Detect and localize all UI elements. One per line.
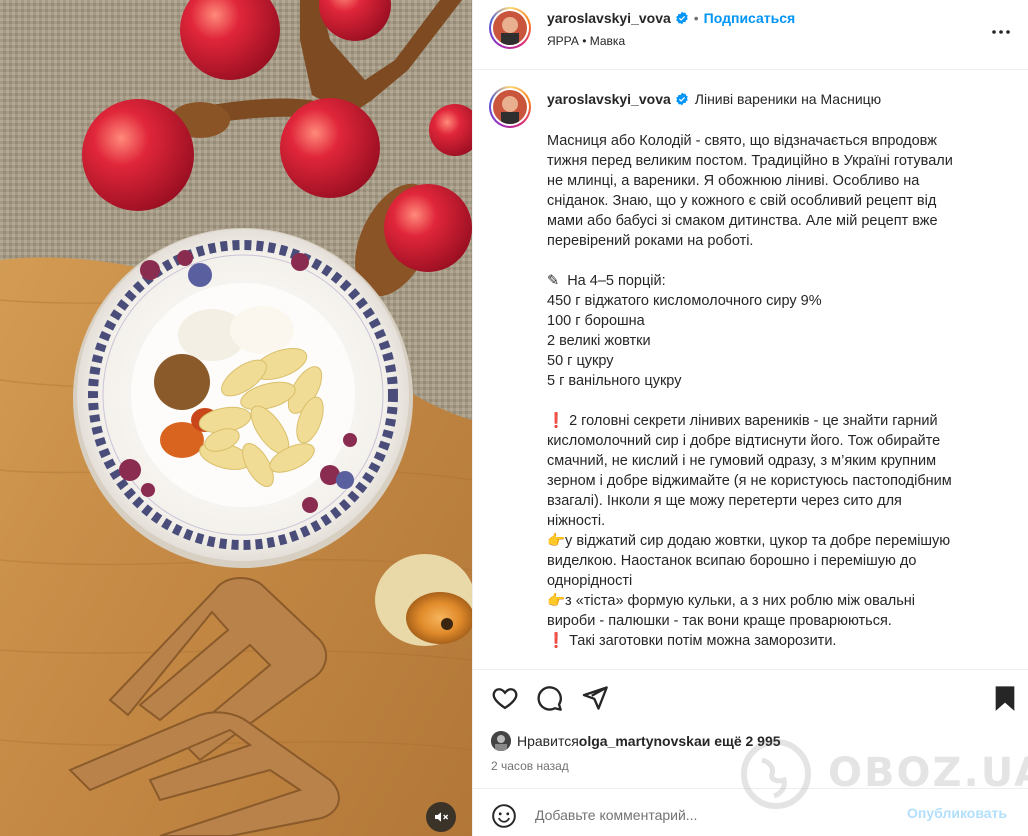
caption-heading: yaroslavskyi_vova Ліниві вареники на Масн…: [547, 91, 881, 107]
publish-comment-button[interactable]: Опубликовать: [907, 805, 1007, 821]
caption-username[interactable]: yaroslavskyi_vova: [547, 91, 671, 107]
speaker-muted-icon: [435, 812, 449, 822]
caption-line: Масниця або Колодій - свято, що відзнача…: [547, 133, 937, 149]
post-header: yaroslavskyi_vova • Подписаться ЯРРА • Мав…: [473, 0, 1028, 70]
post-photo[interactable]: [0, 0, 472, 836]
post-actions: Нравится olga_martynovska и ещё 2 995 2 …: [473, 669, 1028, 836]
caption-line: ✎ На 4–5 порцій:: [547, 273, 666, 289]
likes-count[interactable]: и ещё 2 995: [702, 733, 781, 749]
caption-line: не млинці, а вареники. Я обожнюю ліниві.…: [547, 173, 920, 189]
comment-input[interactable]: [535, 803, 885, 827]
verified-badge-icon: [675, 11, 688, 25]
more-options-icon[interactable]: [989, 20, 1013, 44]
caption-line: смачний, не кислий і не гумовий одразу, …: [547, 453, 937, 469]
caption-line: ❗ 2 головні секрети лінивих вареників - …: [547, 413, 938, 429]
verified-badge-icon: [675, 92, 688, 106]
likes-prefix: Нравится: [517, 733, 579, 749]
food-photo-image: [0, 0, 472, 836]
header-user-line: yaroslavskyi_vova • Подписаться: [547, 10, 795, 26]
caption-line: взагалі). Інколи я ще можу перетерти чер…: [547, 493, 902, 509]
caption-line: ніжності.: [547, 513, 606, 529]
post-location[interactable]: ЯРРА • Мавка: [547, 34, 625, 48]
caption-line: сніданок. Знаю, що у кожного є свій особ…: [547, 193, 937, 209]
separator-dot: •: [693, 10, 699, 26]
caption-line: 50 г цукру: [547, 353, 614, 369]
caption-line: виделкою. Наостанок всипаю борошно і пер…: [547, 553, 917, 569]
comment-bar: Опубликовать: [473, 788, 1028, 836]
caption-area[interactable]: yaroslavskyi_vova Ліниві вареники на Масн…: [473, 71, 1028, 669]
caption-line: кисломолочний сир і добре відтиснути йог…: [547, 433, 941, 449]
caption-author-avatar[interactable]: [489, 86, 531, 128]
author-username[interactable]: yaroslavskyi_vova: [547, 10, 671, 26]
caption-line: 5 г ванільного цукру: [547, 373, 682, 389]
caption-title: Ліниві вареники на Масницю: [694, 91, 882, 107]
caption-line: зерном і добре віджимайте (я не користую…: [547, 473, 952, 489]
author-avatar[interactable]: [489, 7, 531, 49]
author-photo-icon: [493, 11, 527, 45]
caption-text: Масниця або Колодій - свято, що відзнача…: [547, 131, 999, 651]
like-heart-icon[interactable]: [491, 684, 519, 712]
caption-line: ❗ Такі заготовки потім можна заморозити.: [547, 633, 837, 649]
caption-line: тижня перед великим постом. Традиційно в…: [547, 153, 953, 169]
caption-line: 2 великі жовтки: [547, 333, 651, 349]
follow-button[interactable]: Подписаться: [704, 10, 796, 26]
caption-line: 👉у віджатий сир додаю жовтки, цукор та д…: [547, 533, 951, 549]
post-side-panel: yaroslavskyi_vova • Подписаться ЯРРА • Мав…: [472, 0, 1028, 836]
likes-summary[interactable]: Нравится olga_martynovska и ещё 2 995: [491, 731, 781, 751]
bookmark-saved-icon[interactable]: [991, 684, 1019, 712]
liker-avatar: [491, 731, 511, 751]
caption-line: мами або бабусі зі смаком дитинства. Але…: [547, 213, 938, 229]
caption-line: 450 г віджатого кисломолочного сиру 9%: [547, 293, 822, 309]
liker-username[interactable]: olga_martynovska: [579, 733, 702, 749]
caption-line: 100 г борошна: [547, 313, 645, 329]
caption-line: вироби - палюшки - так вони краще провар…: [547, 613, 892, 629]
comment-bubble-icon[interactable]: [535, 684, 563, 712]
mute-button[interactable]: [426, 802, 456, 832]
author-photo-icon: [493, 90, 527, 124]
caption-line: перевірений роками на роботі.: [547, 233, 754, 249]
emoji-icon[interactable]: [491, 803, 517, 829]
caption-line: 👉з «тіста» формую кульки, а з них роблю …: [547, 593, 915, 609]
post-timestamp[interactable]: 2 часов назад: [491, 759, 569, 773]
share-send-icon[interactable]: [581, 684, 609, 712]
caption-line: однорідності: [547, 573, 633, 589]
liker-photo-icon: [491, 731, 511, 751]
